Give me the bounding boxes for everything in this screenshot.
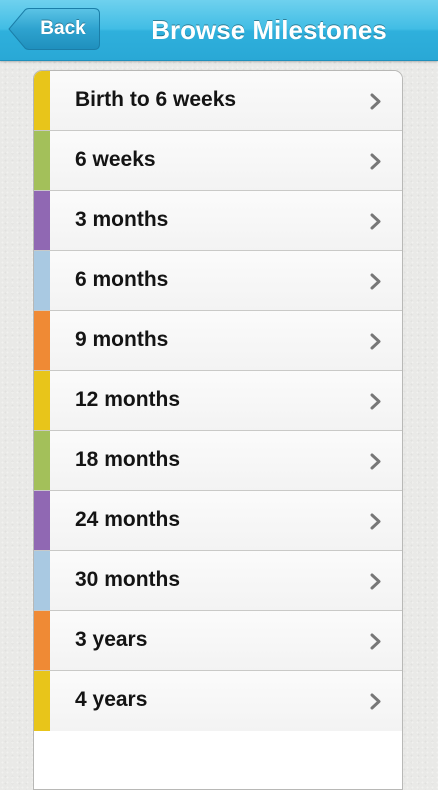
chevron-right-icon bbox=[370, 273, 381, 290]
chevron-right-icon bbox=[370, 333, 381, 350]
list-item-milestone[interactable]: 4 years bbox=[34, 671, 402, 731]
milestone-color-stripe bbox=[34, 131, 50, 190]
milestone-label: 30 months bbox=[75, 568, 181, 591]
back-button[interactable]: Back bbox=[8, 8, 100, 50]
milestone-label: 6 weeks bbox=[75, 148, 156, 171]
list-item-milestone[interactable]: 6 weeks bbox=[34, 131, 402, 191]
milestone-label: 6 months bbox=[75, 268, 169, 291]
list-item-milestone[interactable]: 18 months bbox=[34, 431, 402, 491]
milestone-color-stripe bbox=[34, 491, 50, 550]
chevron-right-icon bbox=[370, 213, 381, 230]
milestone-label: 12 months bbox=[75, 388, 181, 411]
milestone-label: 4 years bbox=[75, 688, 148, 711]
list-item-milestone[interactable]: 9 months bbox=[34, 311, 402, 371]
list-item-milestone[interactable]: 3 months bbox=[34, 191, 402, 251]
list-item-milestone[interactable]: Birth to 6 weeks bbox=[34, 71, 402, 131]
milestone-color-stripe bbox=[34, 71, 50, 130]
chevron-right-icon bbox=[370, 513, 381, 530]
list-item-milestone[interactable]: 6 months bbox=[34, 251, 402, 311]
milestone-color-stripe bbox=[34, 431, 50, 490]
list-item-milestone[interactable]: 12 months bbox=[34, 371, 402, 431]
milestone-label: 9 months bbox=[75, 328, 169, 351]
list-item-milestone[interactable]: 3 years bbox=[34, 611, 402, 671]
milestone-color-stripe bbox=[34, 551, 50, 610]
milestone-label: 24 months bbox=[75, 508, 181, 531]
milestone-label: Birth to 6 weeks bbox=[75, 88, 237, 111]
chevron-right-icon bbox=[370, 453, 381, 470]
navigation-bar: Back Browse Milestones bbox=[0, 0, 438, 61]
chevron-right-icon bbox=[370, 693, 381, 710]
milestone-color-stripe bbox=[34, 611, 50, 670]
milestone-color-stripe bbox=[34, 371, 50, 430]
milestone-color-stripe bbox=[34, 251, 50, 310]
milestone-label: 3 years bbox=[75, 628, 148, 651]
chevron-right-icon bbox=[370, 393, 381, 410]
milestone-color-stripe bbox=[34, 311, 50, 370]
list-item-milestone[interactable]: 24 months bbox=[34, 491, 402, 551]
chevron-right-icon bbox=[370, 153, 381, 170]
milestone-color-stripe bbox=[34, 671, 50, 731]
milestone-list: Birth to 6 weeks 6 weeks 3 months 6 mont… bbox=[33, 70, 403, 790]
milestone-label: 18 months bbox=[75, 448, 181, 471]
back-button-label: Back bbox=[40, 18, 86, 39]
milestone-label: 3 months bbox=[75, 208, 169, 231]
milestone-color-stripe bbox=[34, 191, 50, 250]
chevron-right-icon bbox=[370, 633, 381, 650]
list-item-milestone[interactable]: 30 months bbox=[34, 551, 402, 611]
page-title: Browse Milestones bbox=[151, 15, 387, 45]
chevron-right-icon bbox=[370, 93, 381, 110]
chevron-right-icon bbox=[370, 573, 381, 590]
